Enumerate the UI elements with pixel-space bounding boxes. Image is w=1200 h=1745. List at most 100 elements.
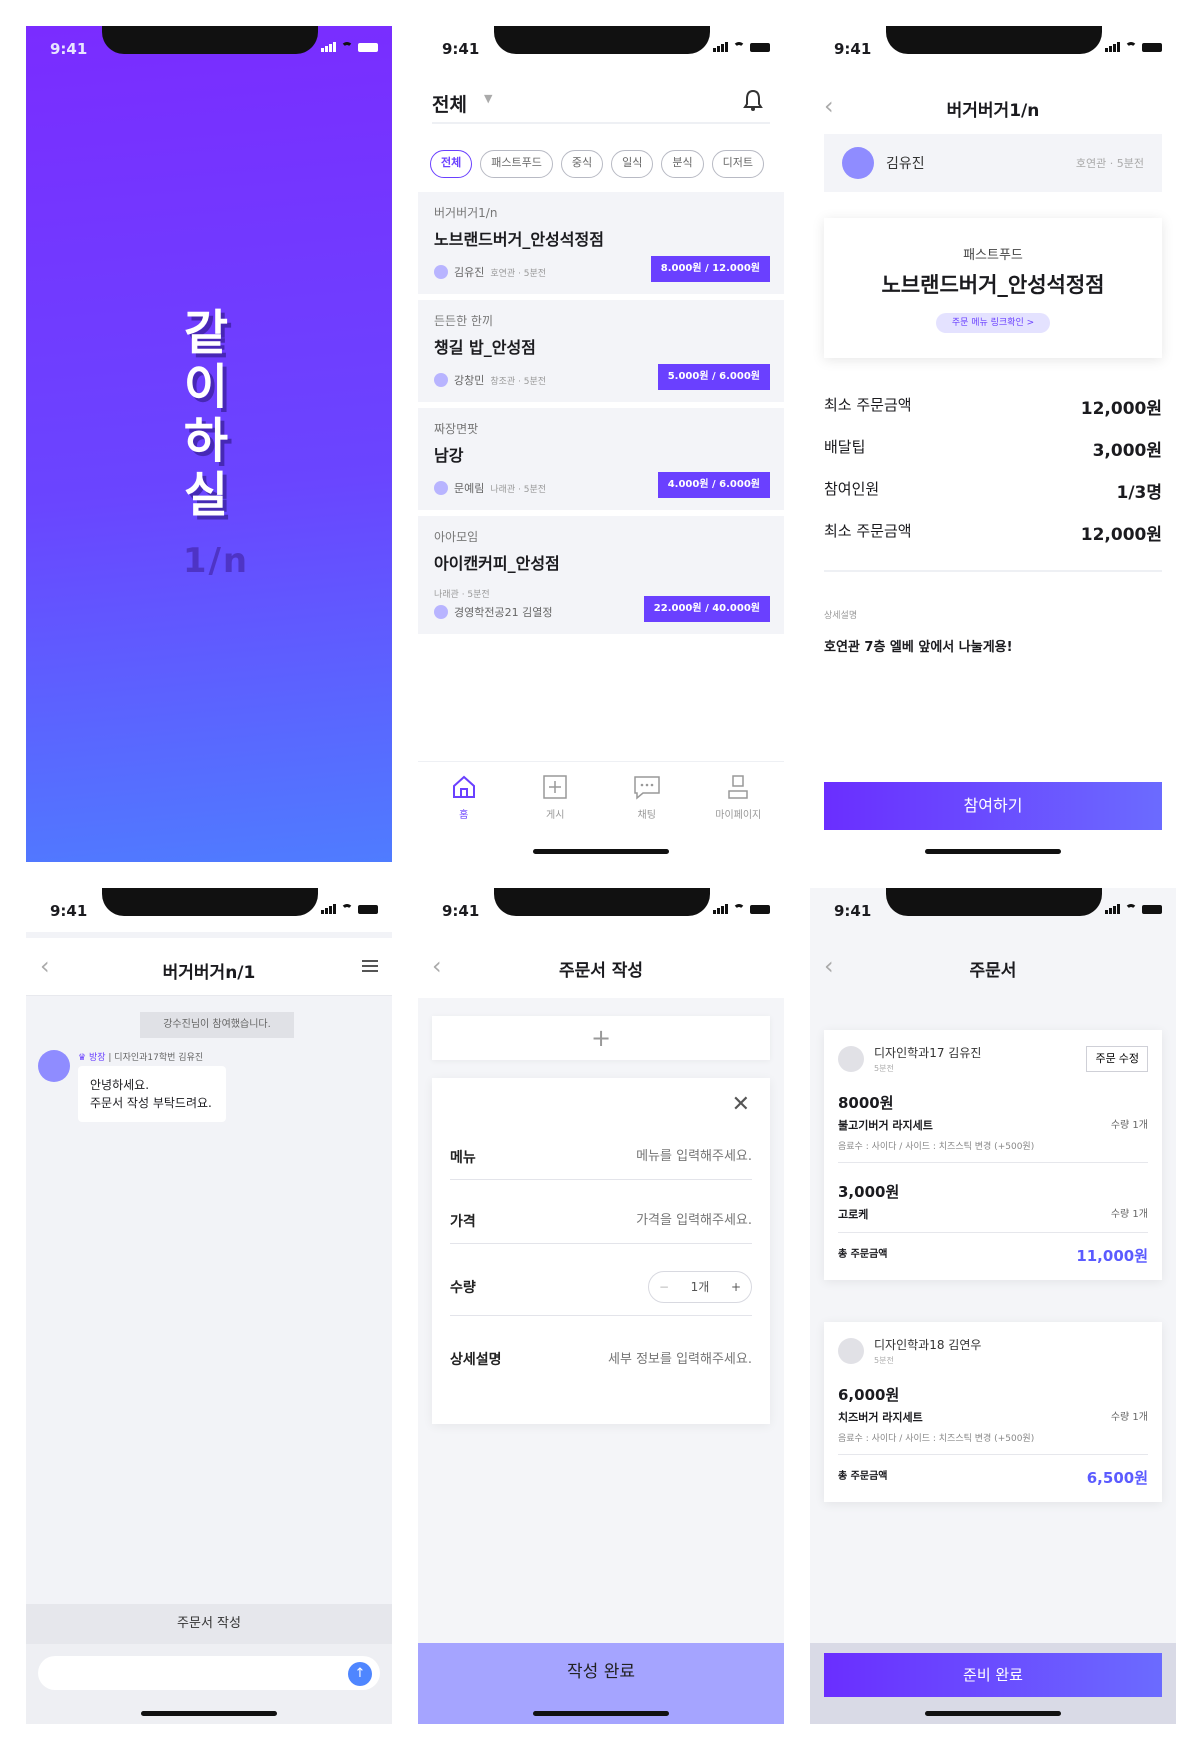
home-indicator [925,1711,1061,1716]
join-button[interactable]: 참여하기 [824,782,1162,830]
post-location-time: 창조관 · 5분전 [490,376,547,387]
total-amount: 6,500원 [1086,1469,1148,1487]
chevron-down-icon[interactable]: ▼ [484,92,492,105]
arrow-up-icon[interactable]: ↑ [348,1662,372,1686]
signal-icon [321,42,336,52]
description-field: 상세설명 [450,1336,752,1382]
info-row: 최소 주문금액 12,000원 [824,394,1162,419]
post-card[interactable]: 든든한 한끼 챙길 밥_안성점 강창민 창조관 · 5분전 5.000원 / 6… [418,300,784,402]
post-card[interactable]: 짜장면팟 남강 문예림 나래관 · 5분전 4.000원 / 6.000원 [418,408,784,510]
message-input[interactable] [38,1656,380,1690]
price-badge: 8.000원 / 12.000원 [650,256,770,282]
order-item: 6,000원 치즈버거 라지세트 수량 1개 음료수 : 사이다 / 사이드 :… [838,1384,1148,1455]
order-time: 5분전 [874,1356,894,1365]
author-location-time: 호연관 · 5분전 [1075,157,1144,170]
description-input[interactable] [540,1351,752,1367]
chip-snack[interactable]: 분식 [661,150,704,178]
chip-all[interactable]: 전체 [430,150,473,178]
status-time: 9:41 [50,40,88,58]
item-option: 음료수 : 사이다 / 사이드 : 치즈스틱 변경 (+500원) [838,1142,1035,1152]
signal-icon [713,904,728,914]
price-badge: 22.000원 / 40.000원 [643,596,770,622]
filter-dropdown[interactable]: 전체 [432,90,467,117]
quantity-stepper: − 1개 + [648,1270,752,1303]
system-icons [321,42,378,52]
item-price: 8000원 [838,1094,894,1112]
signal-icon [713,42,728,52]
write-order-button[interactable]: 주문서 작성 [26,1604,392,1644]
splash-screen: 9:41 같이하실 1/n [26,26,392,862]
tab-post[interactable]: 게시 [515,774,595,841]
orderer-info: 디자인학과17 김유진 5분전 [864,1044,981,1074]
edit-order-button[interactable]: 주문 수정 [1086,1046,1148,1072]
field-label: 수량 [450,1279,476,1296]
divider [824,570,1162,572]
minus-icon[interactable]: − [659,1280,669,1294]
status-bar: 9:41 [810,26,1176,70]
chip-fastfood[interactable]: 패스트푸드 [480,150,553,178]
crown-icon: ♛ [78,1053,87,1063]
order-time: 5분전 [874,1064,894,1073]
author-row: 김유진 호연관 · 5분전 [824,134,1162,192]
orders-screen: 9:41 ‹ 주문서 디자인학과17 김유진 5분전 주문 수정 8000원 불… [810,888,1176,1724]
tab-label: 마이페이지 [715,810,762,821]
item-quantity: 수량 1개 [1110,1209,1148,1220]
orderer-name: 디자인학과18 김연우 [874,1338,982,1352]
page-title: 버거버거1/n [946,101,1040,121]
nav-bar: ‹ 버거버거1/n [810,90,1176,126]
home-indicator [533,1711,669,1716]
post-category: 아아모임 [434,530,479,544]
chip-chinese[interactable]: 중식 [560,150,604,178]
notch [102,888,318,916]
avatar [38,1050,70,1082]
chip-dessert[interactable]: 디저트 [711,150,764,178]
tab-label: 홈 [459,810,469,821]
signal-icon [321,904,336,914]
home-indicator [141,1711,277,1716]
tab-chat[interactable]: 채팅 [607,774,687,841]
close-icon[interactable]: ✕ [732,1092,750,1117]
avatar [842,147,874,179]
post-author: 김유진 [454,266,485,279]
feed-header: 전체 ▼ [432,84,770,124]
store-card: 패스트푸드 노브랜드버거_안성석정점 주문 메뉴 링크확인 > [824,218,1162,358]
description-text: 호연관 7층 엘베 앞에서 나눌게용! [824,640,1013,655]
chat-input-row: ↑ [26,1644,392,1724]
bottom-tab-bar: 홈 게시 채팅 마이페이지 [418,761,784,841]
post-author: 경영학전공21 김열정 [454,606,553,619]
post-card[interactable]: 아아모임 아이캔커피_안성점 나래관 · 5분전 경영학전공21 김열정 22.… [418,516,784,634]
signal-icon [1105,42,1120,52]
order-total-row: 총 주문금액 11,000원 [838,1245,1148,1266]
post-card[interactable]: 버거버거1/n 노브랜드버거_안성석정점 김유진 호연관 · 5분전 8.000… [418,192,784,294]
avatar [434,373,448,387]
post-store-name: 노브랜드버거_안성석정점 [434,230,604,249]
feed-screen: 9:41 전체 ▼ 전체 패스트푸드 중식 일식 분식 디저트 버거버거1/n … [418,26,784,862]
order-card: 디자인학과17 김유진 5분전 주문 수정 8000원 불고기버거 라지세트 수… [824,1030,1162,1280]
status-time: 9:41 [442,902,480,920]
bell-icon[interactable] [742,88,764,112]
message-bubble: 안녕하세요. 주문서 작성 부탁드려요. [78,1066,226,1122]
post-location-time: 호연관 · 5분전 [490,268,547,279]
sender-role: 방장 [88,1053,106,1063]
chip-japanese[interactable]: 일식 [611,150,654,178]
wifi-icon [1125,904,1137,914]
info-label: 최소 주문금액 [824,396,912,414]
tab-mypage[interactable]: 마이페이지 [698,774,778,841]
battery-icon [1142,43,1162,52]
menu-link-button[interactable]: 주문 메뉴 링크확인 > [935,313,1051,333]
menu-icon[interactable] [362,960,378,972]
add-item-button[interactable]: + [432,1016,770,1060]
menu-input[interactable] [540,1149,752,1164]
plus-icon[interactable]: + [731,1280,741,1294]
order-item: 3,000원 고로케 수량 1개 [838,1181,1148,1233]
status-bar: 9:41 [418,26,784,70]
order-form-card: ✕ 메뉴 가격 수량 − 1개 + 상세설명 [432,1078,770,1424]
tab-home[interactable]: 홈 [424,774,504,841]
ready-button[interactable]: 준비 완료 [824,1653,1162,1697]
price-input[interactable] [540,1213,752,1228]
detail-screen: 9:41 ‹ 버거버거1/n 김유진 호연관 · 5분전 패스트푸드 노브랜드버… [810,26,1176,862]
submit-order-button[interactable]: 작성 완료 [418,1643,784,1724]
price-badge: 5.000원 / 6.000원 [657,364,770,390]
battery-icon [750,905,770,914]
order-form-screen: 9:41 ‹ 주문서 작성 + ✕ 메뉴 가격 수량 − 1개 + [418,888,784,1724]
